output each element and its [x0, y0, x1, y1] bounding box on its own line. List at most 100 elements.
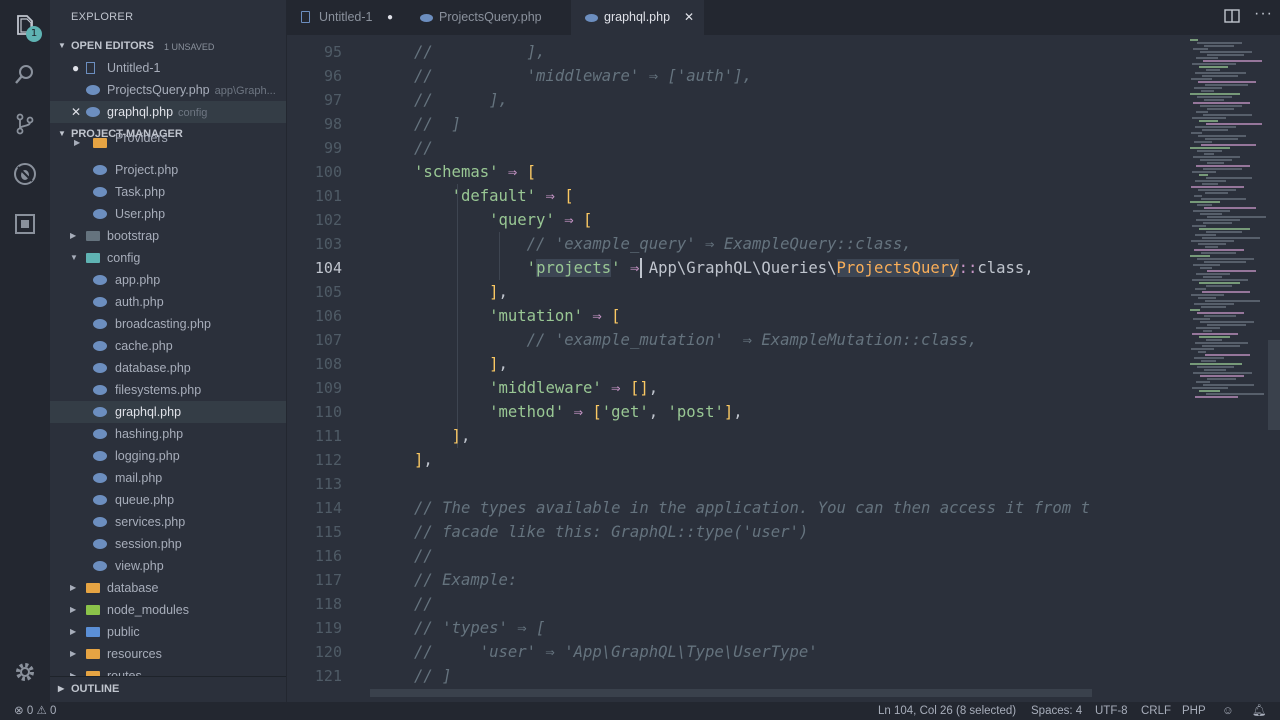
minimap-line: [1191, 186, 1244, 188]
minimap-line: [1191, 78, 1212, 80]
minimap-line: [1198, 81, 1256, 83]
line-number: 116: [314, 547, 342, 565]
tree-file-cache[interactable]: cache.php: [50, 335, 286, 357]
php-file-icon: [93, 473, 107, 483]
source-control-icon[interactable]: [11, 110, 39, 138]
minimap-line: [1195, 180, 1226, 182]
debug-icon[interactable]: [11, 160, 39, 188]
vertical-scrollbar[interactable]: [1268, 340, 1280, 430]
open-editor-untitled[interactable]: ● Untitled-1: [50, 57, 286, 79]
open-editor-graphql[interactable]: ✕ graphql.php config: [50, 101, 286, 123]
line-number: 105: [314, 283, 342, 301]
code-line: //: [414, 595, 433, 613]
tree-folder-node-modules[interactable]: ▶ node_modules: [50, 599, 286, 621]
minimap-line: [1197, 312, 1244, 314]
minimap-line: [1205, 138, 1238, 140]
code-editor[interactable]: // ], // 'middleware' ⇒ ['auth'], // ], …: [370, 35, 1190, 689]
tree-folder-routes[interactable]: ▶ routes: [50, 665, 286, 676]
settings-gear-icon[interactable]: [11, 658, 39, 686]
chevron-right-icon: ▶: [70, 649, 77, 658]
minimap-line: [1202, 75, 1238, 77]
encoding[interactable]: UTF-8: [1095, 702, 1128, 720]
tree-file-auth[interactable]: auth.php: [50, 291, 286, 313]
unsaved-count: 1 UNSAVED: [164, 42, 215, 52]
tree-file-user[interactable]: User.php: [50, 203, 286, 225]
minimap-line: [1191, 132, 1202, 134]
tree-file-app[interactable]: app.php: [50, 269, 286, 291]
split-editor-icon[interactable]: [1224, 9, 1240, 26]
minimap-line: [1190, 363, 1242, 365]
unsaved-dot-icon[interactable]: ●: [387, 0, 393, 35]
minimap-line: [1204, 369, 1226, 371]
tree-folder-public[interactable]: ▶ public: [50, 621, 286, 643]
minimap-line: [1190, 201, 1220, 203]
close-icon[interactable]: ✕: [71, 101, 81, 123]
close-icon[interactable]: ✕: [684, 0, 694, 35]
line-number: 97: [323, 91, 342, 109]
php-file-icon: [585, 14, 598, 22]
tree-folder-config[interactable]: ▼ config: [50, 247, 286, 269]
folder-icon: [86, 253, 100, 263]
minimap-line: [1194, 303, 1234, 305]
tree-file-mail[interactable]: mail.php: [50, 467, 286, 489]
language-mode[interactable]: PHP: [1182, 702, 1206, 720]
outline-header[interactable]: ▶ OUTLINE: [50, 676, 286, 701]
tree-file-filesystems[interactable]: filesystems.php: [50, 379, 286, 401]
more-actions-icon[interactable]: ···: [1254, 5, 1273, 23]
minimap-line: [1193, 264, 1220, 266]
tree-folder-database[interactable]: ▶ database: [50, 577, 286, 599]
minimap-line: [1198, 189, 1236, 191]
tree-file-services[interactable]: services.php: [50, 511, 286, 533]
tree-file-broadcasting[interactable]: broadcasting.php: [50, 313, 286, 335]
tree-file-view[interactable]: view.php: [50, 555, 286, 577]
line-ending[interactable]: CRLF: [1141, 702, 1171, 720]
php-file-icon: [93, 341, 107, 351]
minimap-line: [1202, 237, 1260, 239]
code-line: 'schemas' ⇒ [: [414, 163, 537, 181]
line-number: 119: [314, 619, 342, 637]
tab-graphql[interactable]: graphql.php ✕: [571, 0, 704, 35]
minimap-line: [1194, 249, 1244, 251]
minimap-line: [1199, 390, 1220, 392]
tree-file-session[interactable]: session.php: [50, 533, 286, 555]
tree-file-graphql[interactable]: graphql.php: [50, 401, 286, 423]
tree-file-queue[interactable]: queue.php: [50, 489, 286, 511]
minimap-line: [1207, 216, 1266, 218]
minimap-line: [1191, 240, 1234, 242]
line-number: 100: [314, 163, 342, 181]
open-editor-projectsquery[interactable]: ProjectsQuery.php app\Graph...: [50, 79, 286, 101]
tab-untitled[interactable]: Untitled-1 ●: [286, 0, 406, 35]
code-line: ],: [414, 451, 433, 469]
minimap-line: [1206, 231, 1242, 233]
extensions-icon[interactable]: [11, 210, 39, 238]
search-icon[interactable]: [11, 60, 39, 88]
php-file-icon: [93, 561, 107, 571]
cursor-position[interactable]: Ln 104, Col 26 (8 selected): [878, 702, 1016, 720]
tree-folder-bootstrap[interactable]: ▶ bootstrap: [50, 225, 286, 247]
tree-file-database[interactable]: database.php: [50, 357, 286, 379]
tree-file-hashing[interactable]: hashing.php: [50, 423, 286, 445]
tree-file-task[interactable]: Task.php: [50, 181, 286, 203]
chevron-down-icon: ▼: [70, 253, 78, 262]
bell-icon[interactable]: 🔔︎: [1252, 702, 1267, 720]
minimap-line: [1205, 300, 1260, 302]
unsaved-dot-icon[interactable]: ●: [72, 57, 79, 79]
line-number: 110: [314, 403, 342, 421]
tree-folder-resources[interactable]: ▶ resources: [50, 643, 286, 665]
minimap-line: [1195, 126, 1236, 128]
minimap-line: [1195, 288, 1206, 290]
indentation[interactable]: Spaces: 4: [1031, 702, 1082, 720]
open-editors-header[interactable]: ▼ OPEN EDITORS 1 UNSAVED: [50, 35, 286, 57]
feedback-icon[interactable]: ☺: [1222, 702, 1234, 720]
problems-indicator[interactable]: ⊗ 0 ⚠ 0: [14, 702, 56, 720]
tree-file-logging[interactable]: logging.php: [50, 445, 286, 467]
minimap[interactable]: [1190, 35, 1266, 689]
editor-tabs: Untitled-1 ● ProjectsQuery.php graphql.p…: [286, 0, 1280, 35]
code-line: ],: [489, 355, 508, 373]
minimap-line: [1200, 105, 1242, 107]
tree-file-project[interactable]: Project.php: [50, 159, 286, 181]
tree-folder-providers[interactable]: ▶ Providers: [50, 131, 286, 160]
horizontal-scrollbar[interactable]: [370, 689, 1092, 697]
chevron-down-icon: ▼: [58, 41, 66, 50]
tab-projectsquery[interactable]: ProjectsQuery.php: [406, 0, 571, 35]
